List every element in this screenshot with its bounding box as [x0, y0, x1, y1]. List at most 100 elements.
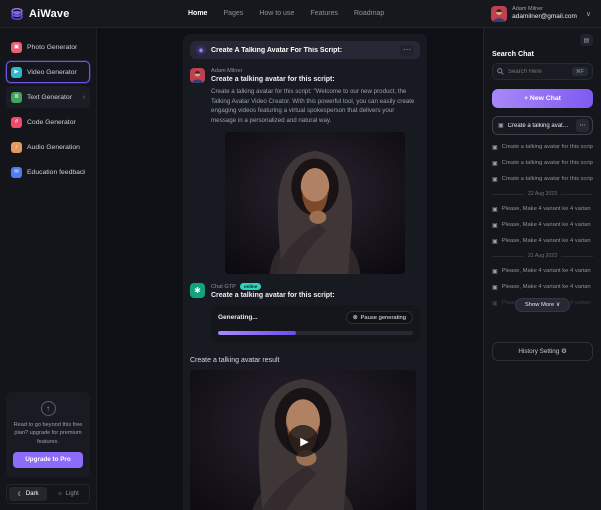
bot-name-row: Chat GTP online [211, 283, 420, 290]
chat-list-item[interactable]: ▣ Please, Make 4 variant ke 4 varian [492, 263, 593, 279]
main-nav: Home Pages How to use Features Roadmap [188, 10, 384, 17]
chat-icon: ▣ [492, 238, 498, 245]
sidebar-item-label: Education feedback [27, 169, 85, 176]
message-text: Create a talking avatar for this script:… [211, 87, 420, 125]
chat-icon: ▣ [492, 222, 498, 229]
chatgpt-avatar-icon: ✱ [190, 283, 205, 298]
sun-icon: ☼ [57, 491, 63, 497]
message-body: Adam Milner Create a talking avatar for … [211, 68, 420, 274]
active-chat-item[interactable]: ▣ Create a talking avatar for this scrip… [492, 116, 593, 135]
sidebar-item-audio-generation[interactable]: ♪ Audio Generation [6, 136, 90, 158]
chat-item-menu-button[interactable]: ⋯ [576, 119, 589, 132]
user-message: Adam Milner Create a talking avatar for … [190, 68, 420, 274]
sidebar-item-video-generator[interactable]: ▶ Video Generator [6, 61, 90, 83]
photo-generator-icon: ▣ [11, 42, 22, 53]
chat-list-item[interactable]: ▣ Create a talking avatar for this scrip [492, 155, 593, 171]
aiwave-logo-icon [10, 7, 24, 21]
sidebar-item-label: Text Generator [27, 94, 72, 101]
status-badge: online [240, 283, 262, 290]
progress-fill [218, 331, 296, 335]
result-label: Create a talking avatar result [190, 357, 420, 364]
aiwave-app: AiWave Home Pages How to use Features Ro… [0, 0, 601, 510]
message-author: Adam Milner [211, 68, 420, 74]
message-heading: Create a talking avatar for this script: [211, 76, 420, 83]
user-info: Adam Milner adamilner@gmail.com [512, 6, 577, 21]
upgrade-text: Read to go beyond this free plan? upgrad… [13, 421, 83, 446]
chat-title-bar: ◉ Create A Talking Avatar For This Scrip… [190, 41, 420, 59]
nav-roadmap[interactable]: Roadmap [354, 10, 384, 17]
main-area: ◉ Create A Talking Avatar For This Scrip… [97, 28, 483, 510]
audio-generation-icon: ♪ [11, 142, 22, 153]
logo[interactable]: AiWave [10, 7, 170, 21]
arrow-up-circle-icon: ↑ [41, 401, 56, 416]
chat-list-item[interactable]: ▣ Please, Make 4 variant ke 4 varian [492, 233, 593, 249]
progress-bar [218, 331, 413, 335]
nav-how-to-use[interactable]: How to use [259, 10, 294, 17]
user-menu[interactable]: Adam Milner adamilner@gmail.com ∨ [491, 6, 591, 22]
sidebar-item-code-generator[interactable]: # Code Generator [6, 111, 90, 133]
play-button[interactable]: ▶ [287, 425, 319, 457]
theme-light-label: Light [66, 491, 79, 497]
generating-label: Generating... [218, 314, 258, 321]
bot-heading: Create a talking avatar for this script: [211, 292, 420, 299]
new-chat-button[interactable]: + New Chat [492, 89, 593, 108]
stop-circle-icon: ⊗ [353, 315, 358, 321]
sidebar-item-text-generator[interactable]: ≣ Text Generator › [6, 86, 90, 108]
search-chat-heading: Search Chat [492, 49, 593, 58]
chat-icon: ▣ [498, 122, 504, 129]
message-avatar [190, 68, 205, 83]
user-avatar [491, 6, 507, 22]
chat-list-item[interactable]: ▣ Please, Make 4 variant ke 4 varian [492, 279, 593, 295]
user-name: Adam Milner [512, 6, 577, 13]
play-overlay: ▶ [190, 370, 416, 510]
search-input[interactable] [508, 69, 568, 75]
chat-list-item[interactable]: ▣ Please, Make 4 variant ke 4 varian [492, 217, 593, 233]
pause-label: Pause generating [361, 315, 406, 321]
nav-pages[interactable]: Pages [223, 10, 243, 17]
video-generator-icon: ▶ [11, 67, 22, 78]
nav-features[interactable]: Features [310, 10, 338, 17]
nav-home[interactable]: Home [188, 10, 207, 17]
chat-icon: ▣ [492, 206, 498, 213]
keyboard-shortcut-badge: ⌘F [572, 67, 588, 76]
chat-icon: ▣ [492, 144, 498, 151]
message-body: Chat GTP online Create a talking avatar … [211, 283, 420, 343]
collapse-sidebar-icon[interactable]: ▤ [580, 34, 593, 46]
chat-menu-button[interactable]: ⋯ [400, 45, 414, 56]
theme-dark-button[interactable]: ☾ Dark [9, 487, 47, 501]
prompt-reference-image [225, 132, 405, 274]
active-chat-label: Create a talking avatar for this scrip [508, 123, 572, 129]
pause-generating-button[interactable]: ⊗ Pause generating [346, 311, 413, 324]
search-box[interactable]: ⌘F [492, 63, 593, 80]
date-divider: 21 Aug 2023 [492, 253, 593, 259]
upgrade-card: ↑ Read to go beyond this free plan? upgr… [6, 392, 90, 477]
sidebar-item-label: Code Generator [27, 119, 76, 126]
generating-card: Generating... ⊗ Pause generating [211, 305, 420, 343]
chat-history-sidebar: ▤ Search Chat ⌘F + New Chat ▣ Create a t… [483, 28, 601, 510]
code-generator-icon: # [11, 117, 22, 128]
upgrade-to-pro-button[interactable]: Upgrade to Pro [13, 452, 83, 468]
chat-title-icon: ◉ [196, 45, 206, 55]
theme-light-button[interactable]: ☼ Light [49, 487, 87, 501]
theme-dark-label: Dark [26, 491, 39, 497]
theme-toggle: ☾ Dark ☼ Light [6, 484, 90, 504]
history-setting-button[interactable]: History Setting ⚙ [492, 342, 593, 361]
top-header: AiWave Home Pages How to use Features Ro… [0, 0, 601, 28]
chat-icon: ▣ [492, 284, 498, 291]
sidebar-item-label: Photo Generator [27, 44, 77, 51]
chat-list-item[interactable]: ▣ Create a talking avatar for this scrip [492, 139, 593, 155]
chat-list: ▣ Create a talking avatar for this scrip… [492, 139, 593, 312]
chat-title: Create A Talking Avatar For This Script: [211, 47, 342, 54]
user-email: adamilner@gmail.com [512, 13, 577, 21]
logo-text: AiWave [29, 8, 70, 20]
chat-list-item[interactable]: ▣ Please, Make 4 variant ke 4 varian [492, 201, 593, 217]
date-divider: 22 Aug 2023 [492, 191, 593, 197]
tools-sidebar: ▣ Photo Generator ▶ Video Generator ≣ Te… [0, 28, 97, 510]
search-icon [497, 68, 504, 75]
show-more-button[interactable]: Show More ∨ [515, 298, 570, 312]
chat-list-item[interactable]: ▣ Create a talking avatar for this scrip [492, 171, 593, 187]
result-video-thumbnail[interactable]: ▶ [190, 370, 416, 510]
sidebar-item-photo-generator[interactable]: ▣ Photo Generator [6, 36, 90, 58]
sidebar-item-education-feedback[interactable]: ✉ Education feedback [6, 161, 90, 183]
chat-icon: ▣ [492, 176, 498, 183]
